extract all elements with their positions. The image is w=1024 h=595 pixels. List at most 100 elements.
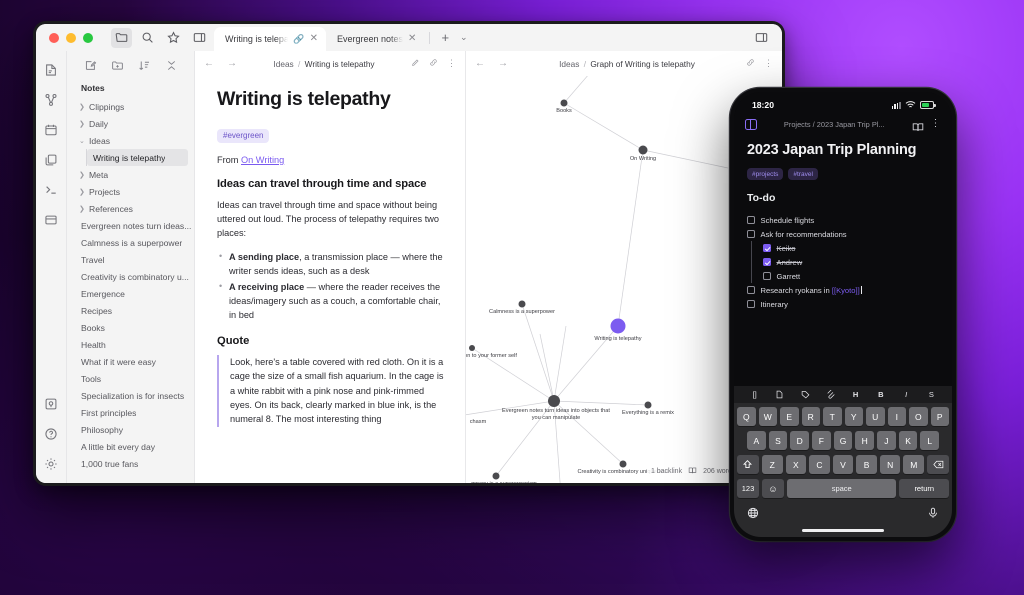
chevron-down-icon[interactable]: ⌄ bbox=[455, 32, 473, 43]
key-e[interactable]: E bbox=[780, 407, 799, 426]
task-row[interactable]: Keiko bbox=[747, 241, 939, 255]
key-d[interactable]: D bbox=[790, 431, 809, 450]
tag-icon[interactable] bbox=[800, 389, 811, 400]
sidebar-item-note[interactable]: Books bbox=[67, 319, 194, 336]
sidebar-item-note[interactable]: Specialization is for insects bbox=[67, 387, 194, 404]
task-checkbox[interactable] bbox=[747, 216, 755, 224]
terminal-icon[interactable] bbox=[43, 181, 60, 198]
key-i[interactable]: I bbox=[887, 407, 906, 426]
edit-icon[interactable] bbox=[411, 58, 420, 69]
star-icon[interactable] bbox=[163, 28, 184, 48]
sidebar-item-note[interactable]: Emergence bbox=[67, 285, 194, 302]
graph-node[interactable] bbox=[492, 472, 500, 480]
note-content[interactable]: Writing is telepathy #evergreen From On … bbox=[195, 76, 465, 483]
copy-icon[interactable] bbox=[43, 151, 60, 168]
key-o[interactable]: O bbox=[909, 407, 928, 426]
shift-icon[interactable] bbox=[736, 455, 759, 474]
graph-node[interactable] bbox=[619, 460, 627, 468]
return-key[interactable]: return bbox=[899, 479, 949, 498]
sidebar-item-note[interactable]: Evergreen notes turn ideas... bbox=[67, 217, 194, 234]
brackets-icon[interactable]: [] bbox=[749, 389, 760, 400]
italic-button[interactable]: I bbox=[901, 389, 912, 400]
forward-icon[interactable]: → bbox=[498, 58, 508, 69]
more-vertical-icon[interactable]: ⋮ bbox=[931, 119, 942, 129]
forward-icon[interactable]: → bbox=[227, 58, 237, 69]
more-icon[interactable]: ⋮ bbox=[764, 58, 773, 69]
key-f[interactable]: F bbox=[812, 431, 831, 450]
tab-evergreen-notes[interactable]: Evergreen notes ✕ bbox=[326, 27, 424, 51]
close-tab-button[interactable]: ✕ bbox=[310, 34, 318, 44]
sidebar-item-note[interactable]: A little bit every day bbox=[67, 438, 194, 455]
sidebar-item-ideas[interactable]: ⌄ Ideas bbox=[67, 132, 194, 149]
strikethrough-button[interactable]: S bbox=[926, 389, 937, 400]
attachment-icon[interactable] bbox=[825, 389, 836, 400]
key-h[interactable]: H bbox=[855, 431, 875, 450]
key-x[interactable]: X bbox=[785, 455, 807, 474]
key-g[interactable]: G bbox=[833, 431, 853, 450]
task-row[interactable]: Ask for recommendations bbox=[747, 227, 939, 241]
maximize-window-button[interactable] bbox=[83, 32, 93, 43]
back-icon[interactable]: ← bbox=[475, 58, 485, 69]
key-c[interactable]: C bbox=[809, 455, 830, 474]
sidebar-item-clippings[interactable]: ❯ Clippings bbox=[67, 98, 194, 115]
globe-icon[interactable] bbox=[747, 506, 759, 524]
emoji-key[interactable]: ☺ bbox=[762, 479, 784, 498]
key-y[interactable]: Y bbox=[844, 407, 863, 426]
graph-view-icon[interactable] bbox=[43, 91, 60, 108]
link-icon[interactable] bbox=[429, 58, 438, 69]
graph-node[interactable] bbox=[638, 145, 648, 155]
sidebar-item-note[interactable]: Recipes bbox=[67, 302, 194, 319]
collapse-icon[interactable] bbox=[165, 59, 178, 72]
book-icon[interactable] bbox=[912, 119, 924, 131]
task-checkbox[interactable] bbox=[763, 244, 771, 252]
minimize-window-button[interactable] bbox=[66, 32, 76, 43]
numeric-key[interactable]: 123 bbox=[737, 479, 759, 498]
sidebar-toggle-icon[interactable] bbox=[189, 28, 210, 48]
sidebar-item-note[interactable]: Calmness is a superpower bbox=[67, 234, 194, 251]
key-m[interactable]: M bbox=[903, 455, 925, 474]
graph-node[interactable] bbox=[469, 345, 475, 351]
back-icon[interactable]: ← bbox=[204, 58, 214, 69]
link-icon[interactable] bbox=[746, 58, 755, 69]
task-checkbox[interactable] bbox=[763, 258, 771, 266]
key-b[interactable]: B bbox=[856, 455, 877, 474]
close-window-button[interactable] bbox=[49, 32, 59, 43]
key-z[interactable]: Z bbox=[761, 455, 783, 474]
sidebar-item-note[interactable]: Tools bbox=[67, 370, 194, 387]
sidebar-item-note[interactable]: First principles bbox=[67, 404, 194, 421]
task-row[interactable]: Itinerary bbox=[747, 297, 939, 311]
left-sidebar-icon[interactable] bbox=[745, 118, 757, 130]
key-r[interactable]: R bbox=[801, 407, 820, 426]
graph-node-active[interactable] bbox=[610, 318, 626, 334]
source-link[interactable]: On Writing bbox=[241, 155, 284, 165]
sidebar-item-note[interactable]: Travel bbox=[67, 251, 194, 268]
key-q[interactable]: Q bbox=[737, 407, 756, 426]
help-icon[interactable] bbox=[43, 425, 60, 442]
breadcrumb-folder[interactable]: Ideas bbox=[273, 59, 293, 69]
calendar-icon[interactable] bbox=[43, 121, 60, 138]
key-v[interactable]: V bbox=[832, 455, 854, 474]
breadcrumb-folder[interactable]: Ideas bbox=[559, 59, 579, 69]
sidebar-item-daily[interactable]: ❯ Daily bbox=[67, 115, 194, 132]
sidebar-item-meta[interactable]: ❯ Meta bbox=[67, 166, 194, 183]
space-key[interactable]: space bbox=[787, 479, 897, 498]
task-row[interactable]: Garrett bbox=[747, 269, 939, 283]
task-row[interactable]: Andrew bbox=[747, 255, 939, 269]
sidebar-item-note[interactable]: What if it were easy bbox=[67, 353, 194, 370]
delete-icon[interactable] bbox=[927, 455, 950, 474]
key-s[interactable]: S bbox=[768, 431, 788, 450]
tag-evergreen[interactable]: #evergreen bbox=[217, 128, 270, 143]
settings-icon[interactable] bbox=[43, 455, 60, 472]
new-note-icon[interactable] bbox=[43, 61, 60, 78]
phone-note-content[interactable]: 2023 Japan Trip Planning #projects #trav… bbox=[734, 134, 952, 386]
sidebar-item-writing-is-telepathy[interactable]: Writing is telepathy bbox=[87, 149, 188, 166]
tag-travel[interactable]: #travel bbox=[788, 168, 818, 181]
tab-writing-is-telepathy[interactable]: Writing is telepathy 🔗 ✕ bbox=[214, 27, 326, 51]
task-checkbox[interactable] bbox=[747, 286, 755, 294]
sidebar-item-note[interactable]: Health bbox=[67, 336, 194, 353]
graph-node[interactable] bbox=[560, 99, 568, 107]
more-icon[interactable]: ⋮ bbox=[447, 58, 456, 69]
bold-button[interactable]: B bbox=[875, 389, 886, 400]
new-tab-button[interactable]: + bbox=[435, 31, 455, 44]
task-row-active[interactable]: Research ryokans in [[Kyoto]] bbox=[747, 283, 939, 297]
